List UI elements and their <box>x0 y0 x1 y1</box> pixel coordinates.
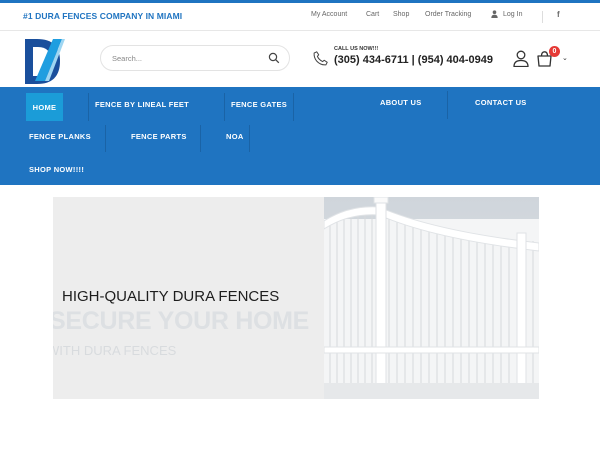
nav-divider <box>88 93 89 121</box>
header: CALL US NOW!!! (305) 434-6711 | (954) 40… <box>0 32 600 87</box>
nav-fence-by-lineal-feet[interactable]: FENCE BY LINEAL FEET <box>95 100 189 109</box>
white-fence-image <box>324 197 539 399</box>
hero-banner[interactable]: HIGH-QUALITY DURA FENCES SECURE YOUR HOM… <box>53 197 539 399</box>
my-account-link[interactable]: My Account <box>311 11 347 18</box>
facebook-icon[interactable]: f <box>557 10 560 19</box>
company-tagline: #1 DURA FENCES COMPANY IN MIAMI <box>23 11 183 21</box>
nav-home[interactable]: HOME <box>26 93 63 121</box>
login-link[interactable]: Log In <box>491 10 522 18</box>
nav-contact-us[interactable]: CONTACT US <box>475 98 527 107</box>
page: #1 DURA FENCES COMPANY IN MIAMI My Accou… <box>0 0 600 450</box>
hero-tagline: WITH DURA FENCES <box>53 343 177 358</box>
hero-subheadline: SECURE YOUR HOME <box>53 307 310 335</box>
shop-link[interactable]: Shop <box>393 11 409 18</box>
nav-divider <box>200 125 201 152</box>
user-icon[interactable] <box>513 50 529 67</box>
main-nav: HOME FENCE BY LINEAL FEET FENCE GATES AB… <box>0 87 600 185</box>
user-small-icon <box>491 10 498 18</box>
nav-fence-gates[interactable]: FENCE GATES <box>231 100 287 109</box>
cart-link[interactable]: Cart <box>366 11 379 18</box>
cart-count-badge: 0 <box>549 46 560 57</box>
phone-icon <box>313 51 328 66</box>
chevron-down-icon[interactable]: ⌄ <box>562 54 568 62</box>
nav-divider <box>105 125 106 152</box>
login-label: Log In <box>503 10 523 18</box>
search-icon[interactable] <box>268 52 280 64</box>
phone-numbers[interactable]: (305) 434-6711 | (954) 404-0949 <box>334 54 493 66</box>
nav-about-us[interactable]: ABOUT US <box>380 98 422 107</box>
nav-divider <box>447 91 448 119</box>
nav-divider <box>224 93 225 121</box>
top-bar: #1 DURA FENCES COMPANY IN MIAMI My Accou… <box>0 3 600 31</box>
search-box <box>100 45 290 71</box>
nav-divider <box>249 125 250 152</box>
dura-fences-logo[interactable] <box>22 34 66 86</box>
call-us-label: CALL US NOW!!! <box>334 46 379 52</box>
nav-fence-planks[interactable]: FENCE PLANKS <box>29 132 91 141</box>
hero-headline: HIGH-QUALITY DURA FENCES <box>62 288 280 305</box>
nav-noa[interactable]: NOA <box>226 132 244 141</box>
order-tracking-link[interactable]: Order Tracking <box>425 11 471 18</box>
search-input[interactable] <box>112 51 262 65</box>
nav-shop-now[interactable]: SHOP NOW!!!! <box>29 165 84 174</box>
topbar-divider <box>542 11 543 23</box>
nav-home-label: HOME <box>32 102 57 112</box>
nav-divider <box>293 93 294 121</box>
nav-fence-parts[interactable]: FENCE PARTS <box>131 132 187 141</box>
